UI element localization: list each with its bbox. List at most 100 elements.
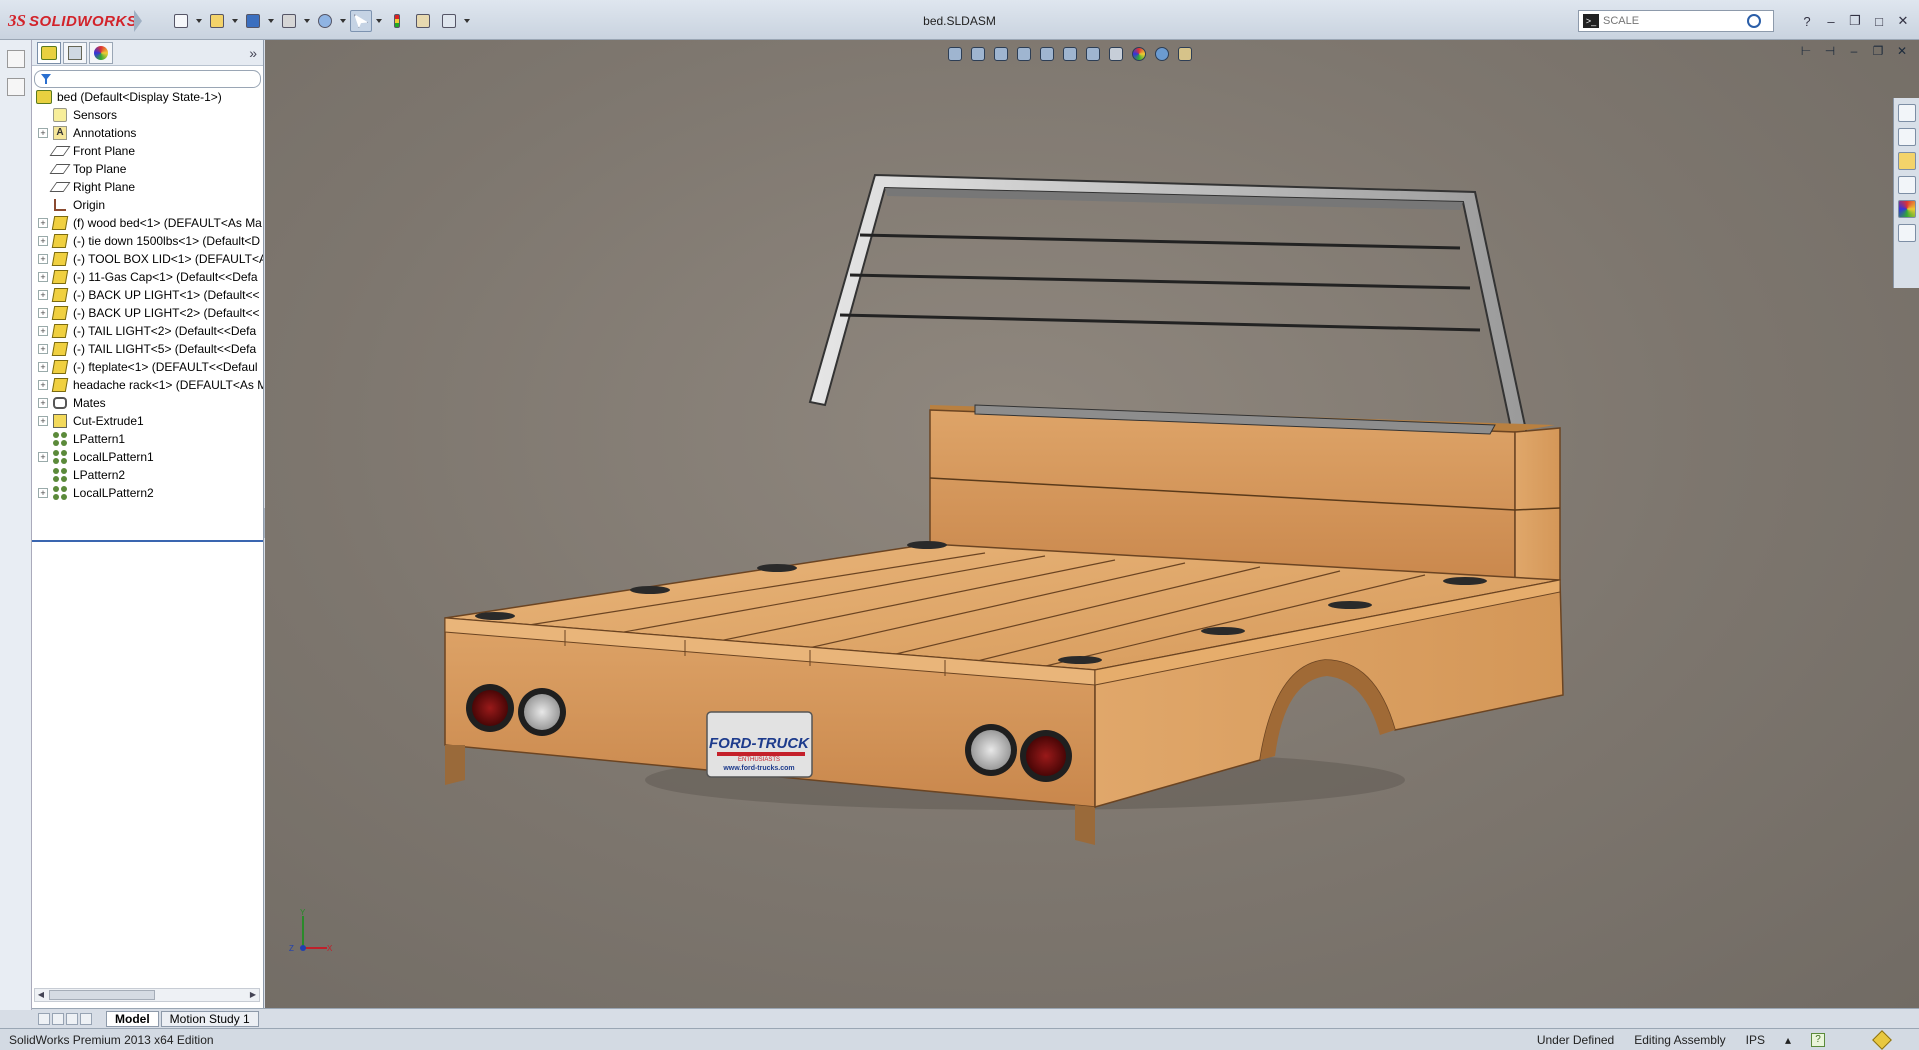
- tree-item[interactable]: + A Annotations: [32, 124, 263, 142]
- minimize-icon[interactable]: –: [1821, 12, 1841, 30]
- expand-toggle-icon[interactable]: +: [38, 344, 48, 354]
- feature-tree-horizontal-scrollbar[interactable]: ◀ ▶: [34, 988, 260, 1002]
- feature-tree-icon: [41, 45, 57, 60]
- view-palette-icon[interactable]: [1897, 176, 1916, 194]
- logo-text: SOLIDWORKS: [28, 12, 138, 30]
- tab-display-manager[interactable]: [89, 41, 113, 64]
- tree-item[interactable]: + (f) wood bed<1> (DEFAULT<As Ma: [32, 214, 263, 232]
- tree-item[interactable]: + headache rack<1> (DEFAULT<As M: [32, 376, 263, 394]
- expand-toggle-icon[interactable]: +: [38, 362, 48, 372]
- prev-tab-icon[interactable]: [52, 1012, 64, 1025]
- tree-item[interactable]: LPattern1: [32, 430, 263, 448]
- file-explorer-icon[interactable]: [1897, 152, 1916, 170]
- search-input[interactable]: [1603, 15, 1743, 27]
- tree-item[interactable]: + (-) fteplate<1> (DEFAULT<<Defaul: [32, 358, 263, 376]
- new-dropdown-arrow[interactable]: [196, 10, 202, 32]
- annotation-icon: A: [52, 125, 68, 141]
- expand-toggle-icon[interactable]: +: [38, 380, 48, 390]
- menu-flyout-arrow-icon[interactable]: [134, 10, 142, 32]
- next-tab-icon[interactable]: [66, 1012, 78, 1025]
- tree-item[interactable]: + LocalLPattern1: [32, 448, 263, 466]
- tree-item[interactable]: Front Plane: [32, 142, 263, 160]
- close-icon[interactable]: ✕: [1893, 12, 1913, 30]
- tree-item[interactable]: + Mates: [32, 394, 263, 412]
- search-box[interactable]: >_: [1578, 10, 1774, 32]
- tree-item[interactable]: + (-) BACK UP LIGHT<2> (Default<<: [32, 304, 263, 322]
- tab-feature-manager[interactable]: [37, 41, 61, 64]
- file-properties-button[interactable]: [412, 10, 434, 32]
- tree-filter[interactable]: [34, 70, 261, 88]
- expand-toggle-icon[interactable]: +: [38, 218, 48, 228]
- open-button[interactable]: [206, 10, 228, 32]
- last-tab-icon[interactable]: [80, 1012, 92, 1025]
- tree-item[interactable]: + (-) tie down 1500lbs<1> (Default<D: [32, 232, 263, 250]
- expand-toggle-icon[interactable]: +: [38, 416, 48, 426]
- tree-item[interactable]: + (-) TAIL LIGHT<2> (Default<<Defa: [32, 322, 263, 340]
- tab-motion-study-1[interactable]: Motion Study 1: [160, 1010, 259, 1027]
- rebuild-button[interactable]: [386, 10, 408, 32]
- save-dropdown-arrow[interactable]: [268, 10, 274, 32]
- part-icon: [51, 269, 69, 285]
- tree-item[interactable]: + LocalLPattern2: [32, 484, 263, 502]
- custom-properties-icon[interactable]: [1897, 224, 1916, 242]
- design-library-icon[interactable]: [1897, 128, 1916, 146]
- first-tab-icon[interactable]: [38, 1012, 50, 1025]
- expand-toggle-icon[interactable]: +: [38, 488, 48, 498]
- options-dropdown-arrow[interactable]: [464, 10, 470, 32]
- tree-root[interactable]: bed (Default<Display State-1>): [32, 88, 263, 106]
- expand-toggle-icon[interactable]: +: [38, 272, 48, 282]
- smart-dimension-icon[interactable]: [7, 78, 25, 96]
- options-button[interactable]: [438, 10, 460, 32]
- print-button[interactable]: [278, 10, 300, 32]
- tree-item[interactable]: + (-) TAIL LIGHT<5> (Default<<Defa: [32, 340, 263, 358]
- quick-tips-icon[interactable]: ?: [1811, 1032, 1825, 1047]
- expand-toggle-icon[interactable]: +: [38, 128, 48, 138]
- flatbed-3d-model[interactable]: FORD-TRUCK ENTHUSIASTS www.ford-trucks.c…: [265, 40, 1919, 1010]
- tree-item[interactable]: + (-) BACK UP LIGHT<1> (Default<<: [32, 286, 263, 304]
- solidworks-resources-icon[interactable]: [1897, 104, 1916, 122]
- command-prompt-icon[interactable]: >_: [1583, 14, 1599, 28]
- expand-toggle-icon[interactable]: +: [38, 236, 48, 246]
- tree-item[interactable]: + Cut-Extrude1: [32, 412, 263, 430]
- tree-item[interactable]: Sensors: [32, 106, 263, 124]
- search-icon[interactable]: [1747, 14, 1761, 28]
- tree-item[interactable]: + (-) TOOL BOX LID<1> (DEFAULT<A: [32, 250, 263, 268]
- maximize-icon[interactable]: □: [1869, 12, 1889, 30]
- scroll-right-icon[interactable]: ▶: [248, 990, 258, 1000]
- undo-button[interactable]: [314, 10, 336, 32]
- select-button[interactable]: [350, 10, 372, 32]
- restore-icon[interactable]: ❐: [1845, 12, 1865, 30]
- scrollbar-thumb[interactable]: [49, 990, 155, 1000]
- unit-dropdown-icon[interactable]: ▴: [1785, 1033, 1791, 1047]
- select-dropdown-arrow[interactable]: [376, 10, 382, 32]
- open-dropdown-arrow[interactable]: [232, 10, 238, 32]
- tree-item[interactable]: + (-) 11-Gas Cap<1> (Default<<Defa: [32, 268, 263, 286]
- view-triad: Y X Z: [289, 908, 333, 953]
- save-button[interactable]: [242, 10, 264, 32]
- expand-toggle-icon[interactable]: +: [38, 452, 48, 462]
- expand-panel-icon[interactable]: »: [249, 45, 257, 61]
- appearances-scenes-icon[interactable]: [1897, 200, 1916, 218]
- status-bar: SolidWorks Premium 2013 x64 Edition Unde…: [0, 1028, 1919, 1050]
- undo-dropdown-arrow[interactable]: [340, 10, 346, 32]
- tree-item[interactable]: Origin: [32, 196, 263, 214]
- expand-toggle-icon[interactable]: +: [38, 254, 48, 264]
- tab-model[interactable]: Model: [106, 1010, 159, 1027]
- sketch-tool-icon[interactable]: [7, 50, 25, 68]
- graphics-area[interactable]: ⊢ ⊣ – ❐ ✕ FORD-TRUCK ENTHUSIASTS www.for…: [265, 40, 1919, 1010]
- tree-item[interactable]: Right Plane: [32, 178, 263, 196]
- expand-toggle-icon[interactable]: +: [38, 308, 48, 318]
- expand-toggle-icon[interactable]: +: [38, 290, 48, 300]
- tab-property-manager[interactable]: [63, 41, 87, 64]
- print-dropdown-arrow[interactable]: [304, 10, 310, 32]
- tree-item[interactable]: Top Plane: [32, 160, 263, 178]
- help-icon[interactable]: ?: [1797, 12, 1817, 30]
- expand-toggle-icon[interactable]: +: [38, 326, 48, 336]
- tree-item[interactable]: LPattern2: [32, 466, 263, 484]
- scroll-left-icon[interactable]: ◀: [36, 990, 46, 1000]
- new-document-button[interactable]: [170, 10, 192, 32]
- unit-system-selector[interactable]: IPS: [1746, 1033, 1765, 1047]
- tags-icon[interactable]: [1872, 1029, 1892, 1050]
- solidworks-logo[interactable]: 3S SOLIDWORKS: [8, 10, 137, 32]
- expand-toggle-icon[interactable]: +: [38, 398, 48, 408]
